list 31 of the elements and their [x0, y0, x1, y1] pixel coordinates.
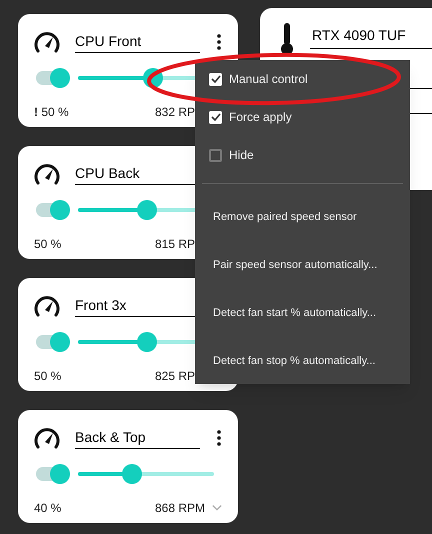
checkbox[interactable] [209, 110, 222, 124]
fan-percent: ! 50 % [34, 105, 69, 119]
fan-rpm: 825 RP [155, 368, 196, 385]
sensor-name-field[interactable]: RTX 4090 TUF [310, 22, 432, 49]
menu-item[interactable]: Hide [229, 146, 254, 164]
fan-rpm: 868 RPM [155, 500, 206, 517]
fan-name-field[interactable]: CPU Front [75, 30, 200, 53]
menu-item[interactable]: Detect fan stop % automatically... [195, 337, 410, 385]
slider-thumb[interactable] [137, 200, 158, 220]
more-options-icon[interactable] [217, 430, 221, 446]
slider-thumb[interactable] [137, 332, 158, 352]
speedometer-icon [34, 294, 60, 316]
thermometer-icon [280, 22, 294, 56]
checkbox[interactable] [209, 148, 222, 162]
menu-item[interactable]: Pair speed sensor automatically... [195, 241, 410, 289]
chevron-down-icon[interactable] [212, 504, 222, 512]
menu-item[interactable]: Remove paired speed sensor [195, 193, 410, 241]
speedometer-icon [34, 30, 60, 52]
menu-item[interactable]: Manual control [229, 70, 308, 88]
speedometer-icon [34, 426, 60, 448]
slider-thumb[interactable] [122, 464, 142, 484]
menu-item[interactable]: Force apply [229, 108, 292, 126]
checkbox[interactable] [209, 72, 222, 86]
fan-name-field[interactable]: Back & Top [75, 426, 200, 449]
more-options-icon[interactable] [217, 34, 221, 50]
speedometer-icon [34, 162, 60, 184]
fan-rpm: 832 RP [155, 104, 196, 121]
fan-percent: 40 % [34, 501, 62, 515]
fan-rpm: 815 RP [155, 236, 196, 253]
fan-percent: 50 % [34, 369, 62, 383]
fan-percent: 50 % [34, 237, 62, 251]
